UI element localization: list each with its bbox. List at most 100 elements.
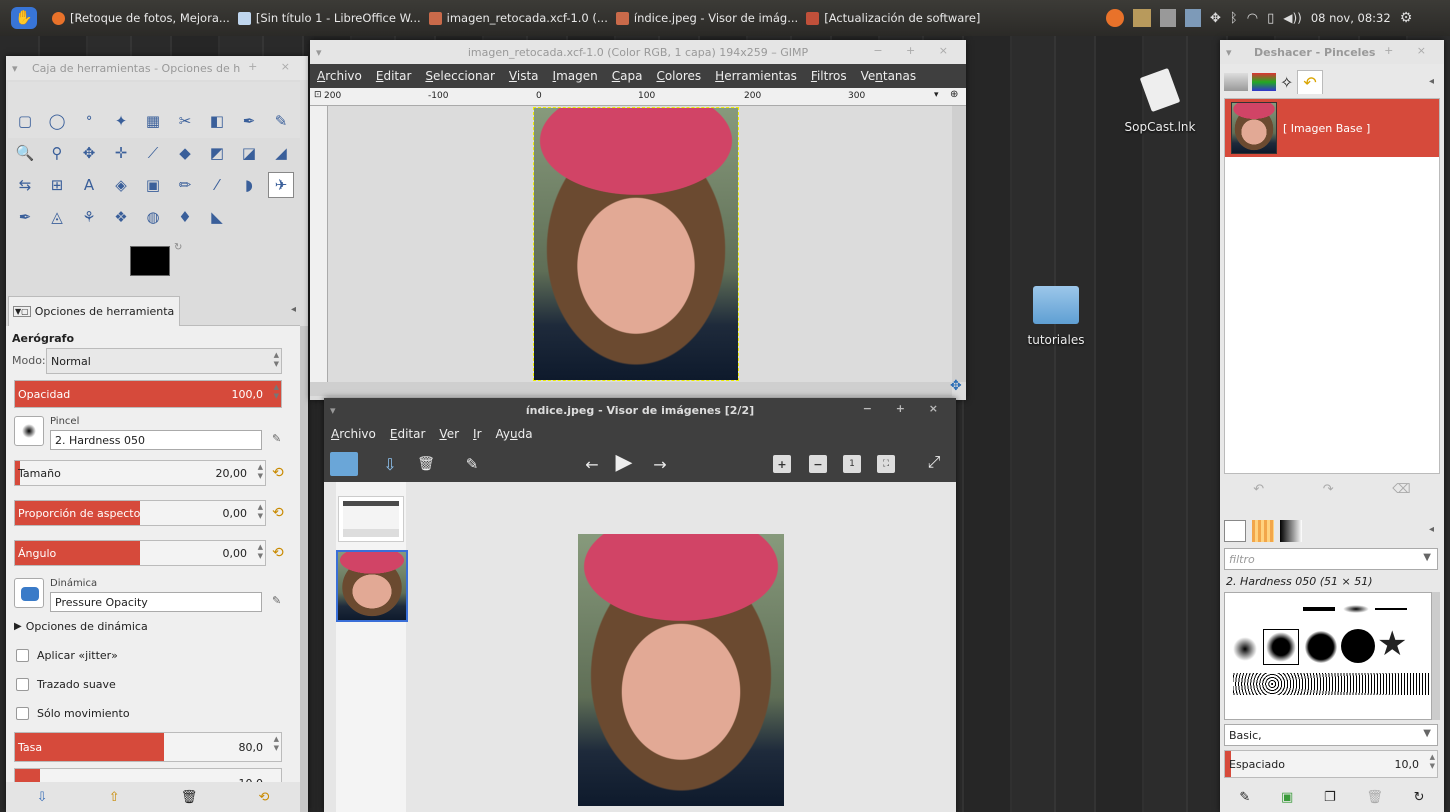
- move-tool-icon[interactable]: ✥: [76, 140, 102, 166]
- restore-options-icon[interactable]: ⇧: [109, 790, 120, 805]
- brush-texture-row[interactable]: [1233, 673, 1429, 695]
- spin-arrows-icon[interactable]: ▲ ▼: [274, 735, 279, 753]
- menu-item[interactable]: Ventanas: [854, 69, 924, 83]
- tab-menu-icon[interactable]: ◂: [291, 304, 296, 315]
- brush-thin-item[interactable]: [1375, 608, 1407, 610]
- next-icon[interactable]: →: [648, 452, 672, 476]
- zoom-fit-icon[interactable]: ⊕: [950, 89, 958, 100]
- eraser-tool-icon[interactable]: ◗: [236, 172, 262, 198]
- swap-colors-icon[interactable]: ↻: [174, 242, 182, 253]
- undo-tab-icon[interactable]: ↶: [1297, 70, 1323, 94]
- spin-arrows-icon[interactable]: ▲ ▼: [258, 463, 263, 481]
- paths-tool-icon[interactable]: ✒: [236, 108, 262, 134]
- paintbrush-tool-icon[interactable]: ⁄: [204, 172, 230, 198]
- fuzzy-select-tool-icon[interactable]: ✦: [108, 108, 134, 134]
- perspective-clone-tool-icon[interactable]: ❖: [108, 204, 134, 230]
- paths-tab-icon[interactable]: ✧: [1280, 73, 1293, 92]
- edit-brush-icon[interactable]: ✎: [272, 432, 281, 445]
- dock-titlebar[interactable]: ▾ Deshacer - Pinceles + ×: [1220, 40, 1444, 64]
- gradients-tab-icon[interactable]: [1280, 520, 1302, 542]
- menu-item[interactable]: Editar: [383, 427, 433, 441]
- rate-slider[interactable]: Tasa 80,0 ▲ ▼: [14, 732, 282, 762]
- spin-arrows-icon[interactable]: ▲ ▼: [258, 503, 263, 521]
- angle-slider[interactable]: Ángulo 0,00 ▲ ▼: [14, 540, 266, 566]
- edit-icon[interactable]: ✎: [460, 452, 484, 476]
- spin-arrows-icon[interactable]: ▲ ▼: [258, 543, 263, 561]
- task-item-firefox[interactable]: [Retoque de fotos, Mejora...: [48, 0, 234, 36]
- scissors-tool-icon[interactable]: ✂: [172, 108, 198, 134]
- patterns-tab-icon[interactable]: [1252, 520, 1274, 542]
- viewer-titlebar[interactable]: ▾ índice.jpeg - Visor de imágenes [2/2] …: [324, 398, 956, 422]
- task-item-gimp[interactable]: imagen_retocada.xcf-1.0 (...: [425, 0, 612, 36]
- brush-preset-select[interactable]: Basic, ▼: [1224, 724, 1438, 746]
- crop-tool-icon[interactable]: ⟋: [140, 140, 166, 166]
- duplicate-brush-icon[interactable]: ❐: [1324, 790, 1336, 805]
- brush-scrollbar[interactable]: [1432, 592, 1440, 720]
- window-controls[interactable]: + ×: [1384, 44, 1436, 57]
- mode-select[interactable]: Normal ▲ ▼: [46, 348, 282, 374]
- brush-circle-item[interactable]: [1341, 629, 1375, 663]
- menu-item[interactable]: Herramientas: [708, 69, 804, 83]
- perspective-tool-icon[interactable]: ◢: [268, 140, 294, 166]
- tab-menu-icon[interactable]: ◂: [1429, 524, 1434, 535]
- measure-tool-icon[interactable]: ⚲: [44, 140, 70, 166]
- foreground-color[interactable]: [130, 246, 170, 276]
- portrait-image[interactable]: [533, 107, 739, 381]
- color-select-tool-icon[interactable]: ▦: [140, 108, 166, 134]
- reset-size-icon[interactable]: ⟲: [272, 465, 284, 481]
- pencil-tool-icon[interactable]: ✏: [172, 172, 198, 198]
- dropdown-arrow-icon[interactable]: ▼: [1423, 728, 1431, 739]
- reset-angle-icon[interactable]: ⟲: [272, 545, 284, 561]
- blend-tool-icon[interactable]: ▣: [140, 172, 166, 198]
- shear-tool-icon[interactable]: ◪: [236, 140, 262, 166]
- airbrush-tool-icon[interactable]: ✈: [268, 172, 294, 198]
- task-item-update[interactable]: [Actualización de software]: [802, 0, 984, 36]
- tab-tool-options[interactable]: ▼▢ Opciones de herramienta: [8, 296, 180, 326]
- channels-tab-icon[interactable]: [1252, 73, 1276, 91]
- tab-menu-icon[interactable]: ◂: [1429, 76, 1434, 87]
- menu-item[interactable]: Filtros: [804, 69, 854, 83]
- color-picker-tool-icon[interactable]: ✎: [268, 108, 294, 134]
- bluetooth-icon[interactable]: ᛒ: [1230, 11, 1238, 26]
- brushes-tab-icon[interactable]: [1224, 520, 1246, 542]
- clear-history-icon[interactable]: ⌫: [1392, 482, 1410, 497]
- brush-preview[interactable]: [14, 416, 44, 446]
- scale-tool-icon[interactable]: ◩: [204, 140, 230, 166]
- reset-aspect-icon[interactable]: ⟲: [272, 505, 284, 521]
- brush-star-item[interactable]: ★: [1377, 627, 1407, 661]
- cage-tool-icon[interactable]: ⊞: [44, 172, 70, 198]
- brush-blur-item[interactable]: [1343, 605, 1369, 613]
- horizontal-scrollbar[interactable]: [310, 382, 952, 396]
- align-tool-icon[interactable]: ✛: [108, 140, 134, 166]
- window-controls[interactable]: − + ×: [863, 402, 948, 415]
- spacing-slider[interactable]: Espaciado 10,0 ▲ ▼: [1224, 750, 1438, 778]
- gimp-tray-icon[interactable]: [1133, 9, 1151, 27]
- redo-icon[interactable]: ↷: [1323, 482, 1334, 497]
- window-menu-icon[interactable]: ▾: [12, 62, 18, 75]
- brush-name-field[interactable]: 2. Hardness 050: [50, 430, 262, 450]
- dropdown-arrow-icon[interactable]: ▼: [1423, 552, 1431, 563]
- window-menu-icon[interactable]: ▾: [330, 404, 336, 417]
- toolbox-titlebar[interactable]: ▾ Caja de herramientas - Opciones de h +…: [6, 56, 308, 80]
- bucket-fill-tool-icon[interactable]: ◈: [108, 172, 134, 198]
- previous-icon[interactable]: ←: [580, 452, 604, 476]
- foreground-select-tool-icon[interactable]: ◧: [204, 108, 230, 134]
- undo-icon[interactable]: ↶: [1253, 482, 1264, 497]
- menu-launcher[interactable]: ✋: [0, 0, 48, 36]
- ruler-arrow-icon[interactable]: ▾: [934, 90, 939, 100]
- size-slider[interactable]: Tamaño 20,00 ▲ ▼: [14, 460, 266, 486]
- edit-brush-icon[interactable]: ✎: [1239, 790, 1250, 805]
- viewer-image[interactable]: [578, 534, 784, 806]
- brush-filter-field[interactable]: filtro ▼: [1224, 548, 1438, 570]
- brush-soft-item[interactable]: [1233, 637, 1257, 661]
- edit-dynamics-icon[interactable]: ✎: [272, 594, 281, 607]
- gimp-titlebar[interactable]: ▾ imagen_retocada.xcf-1.0 (Color RGB, 1 …: [310, 40, 966, 64]
- window-controls[interactable]: − + ×: [873, 44, 958, 57]
- menu-item[interactable]: Imagen: [546, 69, 605, 83]
- blur-tool-icon[interactable]: ◍: [140, 204, 166, 230]
- checkbox-motion-only[interactable]: Sólo movimiento: [16, 700, 130, 726]
- delete-brush-icon[interactable]: 🗑: [1366, 790, 1383, 805]
- battery-icon[interactable]: ▯: [1267, 11, 1274, 26]
- window-menu-icon[interactable]: ▾: [316, 46, 322, 59]
- brush-line-item[interactable]: [1303, 607, 1335, 611]
